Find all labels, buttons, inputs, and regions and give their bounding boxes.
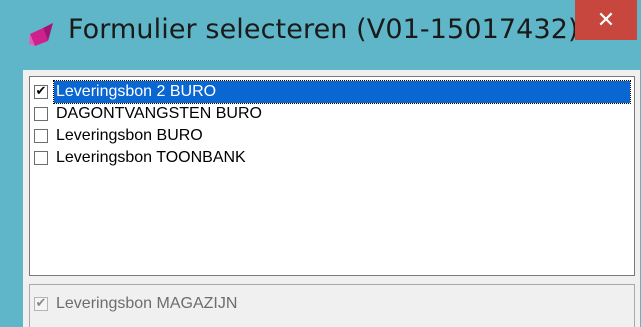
list-item-label: Leveringsbon 2 BURO: [53, 80, 631, 104]
window-title: Formulier selecteren (V01-15017432): [68, 14, 579, 45]
checkbox[interactable]: [34, 129, 48, 143]
default-form-checkbox-row: ✔ Leveringsbon MAGAZIJN: [34, 293, 239, 315]
list-item-label: Leveringsbon BURO: [56, 127, 203, 144]
checkbox[interactable]: ✔: [34, 85, 48, 99]
close-icon: ✕: [596, 7, 616, 33]
pink-brush-icon: [29, 23, 53, 46]
disabled-checkbox: ✔: [34, 296, 48, 311]
list-item[interactable]: ✔ Leveringsbon 2 BURO: [34, 80, 631, 104]
default-form-label: Leveringsbon MAGAZIJN: [56, 295, 238, 312]
dialog-window: Formulier selecteren (V01-15017432) ✕ ✔ …: [0, 0, 641, 327]
list-item-label: DAGONTVANGSTEN BURO: [56, 105, 262, 122]
list-item[interactable]: DAGONTVANGSTEN BURO: [34, 103, 630, 125]
dialog-body: ✔ Leveringsbon 2 BURO DAGONTVANGSTEN BUR…: [23, 70, 640, 327]
list-item-label: Leveringsbon TOONBANK: [56, 149, 246, 166]
checkbox[interactable]: [34, 107, 48, 121]
list-item[interactable]: Leveringsbon TOONBANK: [34, 147, 630, 169]
checkbox[interactable]: [34, 151, 48, 165]
title-bar[interactable]: Formulier selecteren (V01-15017432) ✕: [0, 0, 641, 64]
default-form-group: ✔ Leveringsbon MAGAZIJN: [29, 284, 635, 327]
list-item[interactable]: Leveringsbon BURO: [34, 125, 630, 147]
form-checklist[interactable]: ✔ Leveringsbon 2 BURO DAGONTVANGSTEN BUR…: [29, 76, 635, 276]
close-button[interactable]: ✕: [575, 0, 637, 40]
